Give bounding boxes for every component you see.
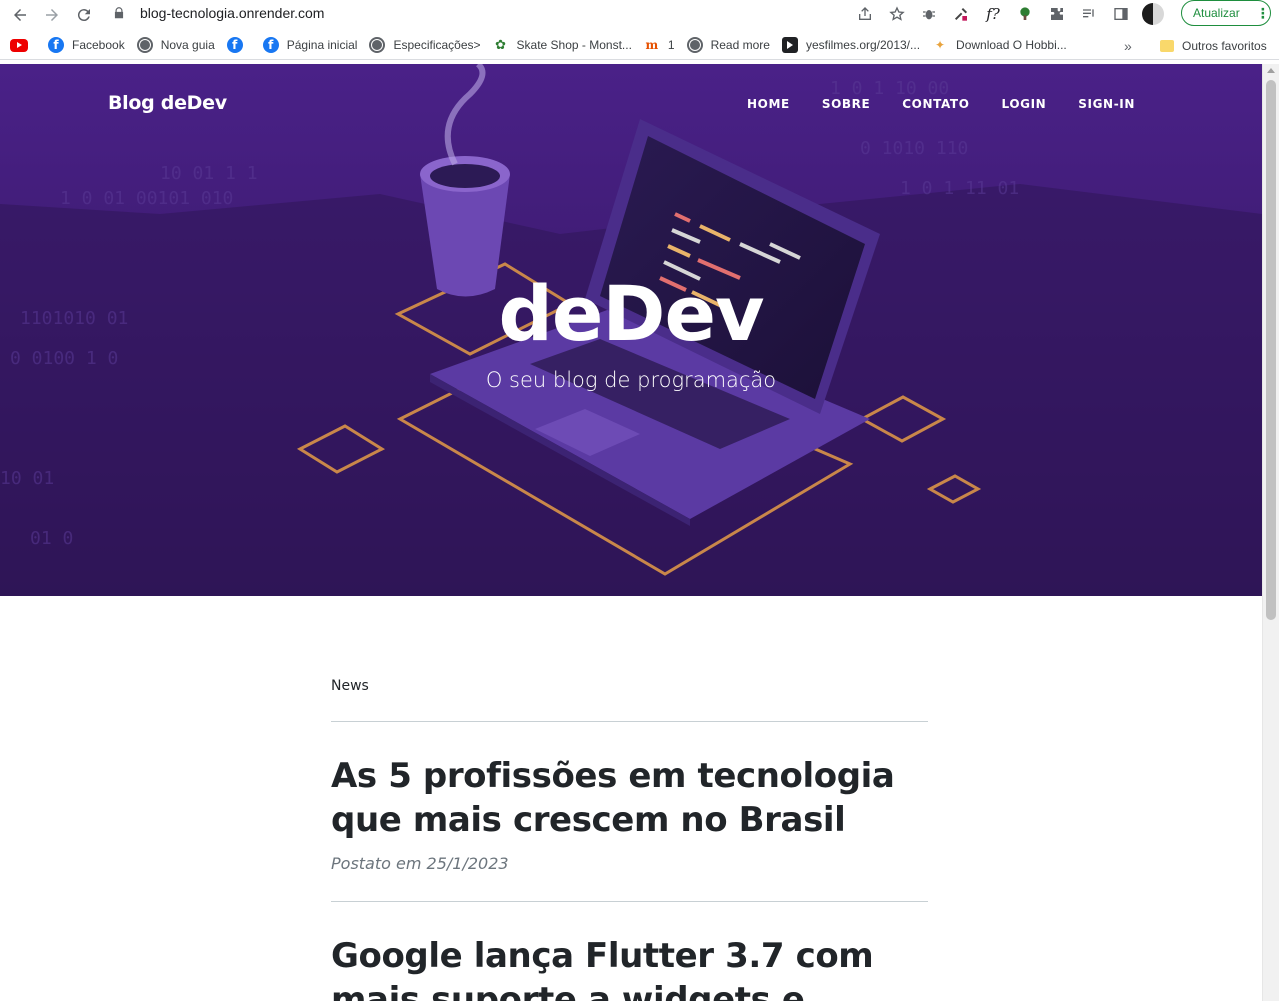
bookmarks-bar: f Facebook Nova guia f f Página inicial Es… bbox=[0, 31, 1279, 60]
eyedropper-icon[interactable] bbox=[948, 2, 974, 26]
bookmark-facebook[interactable]: f Facebook bbox=[42, 32, 131, 58]
svg-text:1 0 1 11 01: 1 0 1 11 01 bbox=[900, 178, 1019, 199]
hero-title: deDev bbox=[498, 269, 764, 358]
page-viewport: 10 01 1 1 1 0 01 00101 010 1 0 1 10 00 0… bbox=[0, 64, 1262, 1001]
globe-icon bbox=[369, 37, 386, 53]
facebook-icon: f bbox=[226, 37, 243, 53]
bookmark-read-more[interactable]: Read more bbox=[681, 32, 776, 58]
media-icon[interactable] bbox=[1076, 2, 1102, 26]
reload-icon bbox=[77, 9, 90, 22]
address-bar[interactable]: blog-tecnologia.onrender.com bbox=[108, 1, 838, 25]
update-label: Atualizar bbox=[1193, 6, 1240, 20]
site-brand[interactable]: Blog deDev bbox=[108, 92, 227, 114]
svg-text:10 01 1 1: 10 01 1 1 bbox=[160, 163, 258, 184]
update-button[interactable]: Atualizar ⋮ bbox=[1181, 0, 1271, 26]
extension-icons: f? bbox=[852, 2, 1170, 26]
svg-text:10 01: 10 01 bbox=[0, 468, 54, 489]
nav-sobre-link[interactable]: SOBRE bbox=[822, 97, 870, 111]
post-title-link[interactable]: Google lança Flutter 3.7 com mais suport… bbox=[331, 934, 928, 1001]
lock-icon bbox=[108, 2, 130, 24]
bookmarks-overflow-button[interactable]: » bbox=[1124, 31, 1132, 60]
divider bbox=[331, 721, 928, 722]
divider bbox=[331, 901, 928, 902]
site-navbar: Blog deDev HOME SOBRE CONTATO LOGIN SIGN… bbox=[0, 90, 1262, 120]
forward-button[interactable] bbox=[39, 2, 65, 28]
svg-text:01 0: 01 0 bbox=[30, 528, 73, 549]
arrow-right-icon bbox=[46, 9, 58, 21]
play-icon bbox=[781, 37, 798, 53]
browser-toolbar: blog-tecnologia.onrender.com f? Atualiza… bbox=[0, 0, 1279, 30]
url-text: blog-tecnologia.onrender.com bbox=[140, 5, 325, 21]
nav-login-link[interactable]: LOGIN bbox=[1002, 97, 1047, 111]
profile-avatar[interactable] bbox=[1142, 3, 1164, 25]
globe-icon bbox=[686, 37, 703, 53]
globe-icon bbox=[136, 37, 153, 53]
folder-icon bbox=[1160, 39, 1174, 52]
facebook-icon: f bbox=[48, 37, 64, 53]
hero-subtitle: O seu blog de programação bbox=[485, 368, 777, 392]
scroll-up-arrow-icon[interactable] bbox=[1267, 68, 1275, 73]
facebook-icon: f bbox=[262, 37, 279, 53]
tree-icon[interactable] bbox=[1012, 2, 1038, 26]
puzzle-icon[interactable] bbox=[1044, 2, 1070, 26]
sidepanel-icon[interactable] bbox=[1108, 2, 1134, 26]
nav-menu: HOME SOBRE CONTATO LOGIN SIGN-IN bbox=[715, 97, 1135, 111]
font-icon[interactable]: f? bbox=[980, 2, 1006, 26]
nav-contato-link[interactable]: CONTATO bbox=[902, 97, 969, 111]
bookmark-facebook-2[interactable]: f bbox=[221, 32, 257, 58]
bookmark-youtube[interactable] bbox=[4, 32, 42, 58]
svg-text:0 1010 110: 0 1010 110 bbox=[860, 138, 968, 159]
other-bookmarks[interactable]: Outros favoritos bbox=[1154, 31, 1273, 60]
page-scrollbar[interactable] bbox=[1262, 64, 1279, 1001]
bookmark-yesfilmes[interactable]: yesfilmes.org/2013/... bbox=[776, 32, 926, 58]
bookmark-m[interactable]: m1 bbox=[638, 32, 681, 58]
youtube-icon bbox=[10, 38, 28, 52]
more-menu-icon[interactable]: ⋮ bbox=[1256, 5, 1270, 22]
back-button[interactable] bbox=[7, 2, 33, 28]
bookmark-hobbit[interactable]: ✦ Download O Hobbi... bbox=[926, 32, 1073, 58]
scrollbar-thumb[interactable] bbox=[1266, 80, 1276, 620]
post-title-link[interactable]: As 5 profissões em tecnologia que mais c… bbox=[331, 754, 928, 842]
bookmark-nova-guia[interactable]: Nova guia bbox=[131, 32, 221, 58]
star-icon[interactable] bbox=[884, 2, 910, 26]
section-label: News bbox=[331, 678, 369, 694]
bug-icon[interactable] bbox=[916, 2, 942, 26]
bookmark-pagina-inicial[interactable]: f Página inicial bbox=[257, 32, 364, 58]
masthead: 10 01 1 1 1 0 01 00101 010 1 0 1 10 00 0… bbox=[0, 64, 1262, 596]
post-meta: Postato em 25/1/2023 bbox=[331, 854, 509, 873]
nav-signin-link[interactable]: SIGN-IN bbox=[1078, 97, 1135, 111]
reload-button[interactable] bbox=[71, 2, 97, 28]
m-icon: m bbox=[645, 38, 659, 52]
nav-home-link[interactable]: HOME bbox=[747, 97, 790, 111]
star-icon: ✦ bbox=[935, 38, 946, 52]
svg-text:1 0 01 00101 010: 1 0 01 00101 010 bbox=[60, 188, 233, 209]
skate-icon: ✿ bbox=[495, 37, 506, 52]
bookmark-especificacoes[interactable]: Especificações> bbox=[363, 32, 486, 58]
share-icon[interactable] bbox=[852, 2, 878, 26]
bookmark-skate-shop[interactable]: ✿ Skate Shop - Monst... bbox=[487, 32, 638, 58]
arrow-left-icon bbox=[14, 9, 26, 21]
